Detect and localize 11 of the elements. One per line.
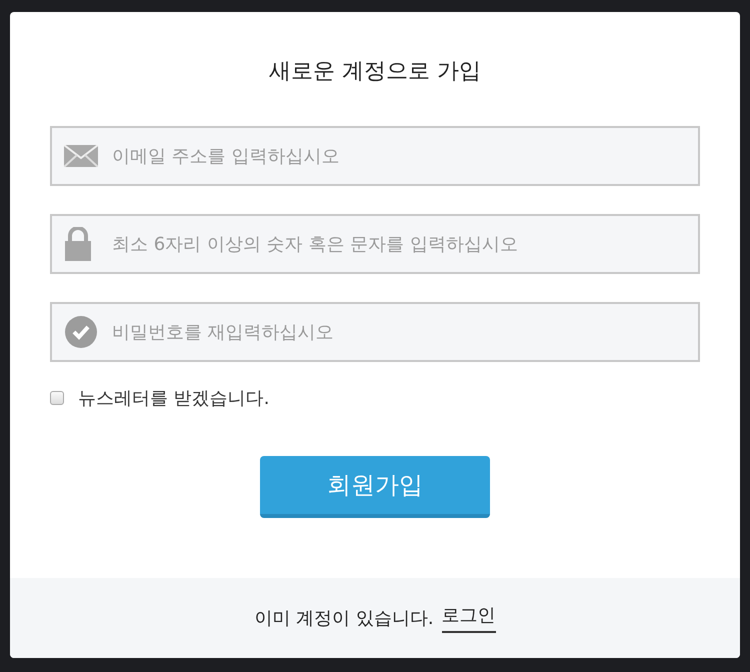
envelope-icon xyxy=(64,145,98,167)
input-field[interactable]: 최소 6자리 이상의 숫자 혹은 문자를 입력하십시오 xyxy=(50,214,700,274)
footer-text: 이미 계정이 있습니다. xyxy=(254,607,434,630)
input-field[interactable]: 비밀번호를 재입력하십시오 xyxy=(50,302,700,362)
checkmark-icon xyxy=(64,315,98,349)
newsletter-checkbox[interactable] xyxy=(50,391,64,405)
login-link[interactable]: 로그인 xyxy=(442,603,496,633)
lock-icon xyxy=(64,227,92,261)
form-title: 새로운 계정으로 가입 xyxy=(269,58,481,86)
newsletter-label: 뉴스레터를 받겠습니다. xyxy=(78,387,270,410)
input-field[interactable]: 이메일 주소를 입력하십시오 xyxy=(50,126,700,186)
